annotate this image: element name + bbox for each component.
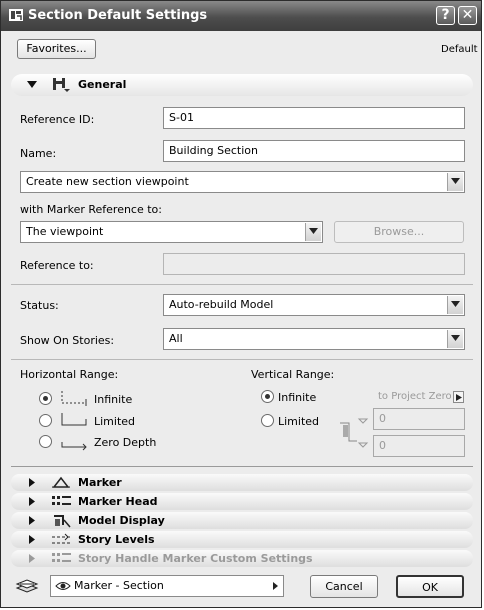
horizontal-limited-radio[interactable] [39, 414, 52, 427]
horizontal-infinite-radio[interactable] [39, 392, 52, 405]
status-label: Status: [20, 299, 59, 312]
panel-story-levels-label: Story Levels [78, 533, 155, 546]
horizontal-zero-depth-icon [61, 442, 87, 451]
layer-select-value: Marker - Section [74, 579, 164, 592]
horizontal-limited-icon [61, 413, 87, 426]
status-select[interactable]: Auto-rebuild Model [163, 294, 465, 316]
panel-marker-head-label: Marker Head [78, 495, 158, 508]
expand-triangle-icon [29, 478, 35, 487]
dropdown-arrow-icon [447, 173, 463, 191]
panel-marker[interactable]: Marker [11, 474, 473, 491]
marker-icon [52, 476, 70, 488]
expand-triangle-icon [29, 516, 35, 525]
show-on-stories-select[interactable]: All [163, 328, 465, 350]
panel-story-handle-marker-label: Story Handle Marker Custom Settings [78, 552, 313, 565]
horizontal-zero-depth-radio[interactable] [39, 435, 52, 448]
layer-select[interactable]: Marker - Section [50, 575, 284, 597]
default-label: Default [441, 44, 478, 55]
expand-triangle-icon [29, 535, 35, 544]
marker-head-icon [52, 496, 71, 505]
viewpoint-select-value: Create new section viewpoint [26, 175, 189, 188]
model-display-icon [54, 515, 71, 528]
marker-reference-label: with Marker Reference to: [20, 203, 162, 216]
vertical-top-value-input[interactable]: 0 [373, 408, 465, 430]
browse-button[interactable]: Browse... [334, 221, 464, 243]
marker-reference-select-value: The viewpoint [26, 225, 104, 238]
layers-icon [15, 579, 39, 593]
general-settings-icon [53, 78, 70, 92]
marker-reference-select[interactable]: The viewpoint [20, 221, 323, 243]
general-section-header[interactable]: General [11, 74, 473, 96]
dropdown-arrow-icon [447, 330, 463, 348]
window-title: Section Default Settings [28, 8, 208, 23]
vertical-limited-radio[interactable] [261, 414, 274, 427]
expand-triangle-icon [29, 554, 35, 563]
horizontal-infinite-icon [61, 391, 87, 406]
panel-marker-label: Marker [78, 476, 122, 489]
general-section-label: General [78, 78, 127, 91]
panel-marker-head[interactable]: Marker Head [11, 493, 473, 510]
help-button[interactable]: ? [436, 6, 455, 25]
expand-triangle-icon [29, 497, 35, 506]
cancel-button[interactable]: Cancel [310, 575, 378, 598]
to-project-zero-label: to Project Zero [378, 391, 452, 402]
title-bar[interactable]: Section Default Settings ? ✕ [1, 1, 481, 31]
horizontal-range-label: Horizontal Range: [20, 368, 119, 381]
vertical-infinite-label[interactable]: Infinite [278, 391, 316, 404]
panel-story-handle-marker: Story Handle Marker Custom Settings [11, 550, 473, 567]
menu-arrow-icon [456, 394, 462, 401]
vertical-limited-label[interactable]: Limited [278, 415, 319, 428]
show-on-stories-label: Show On Stories: [20, 334, 115, 347]
horizontal-zero-depth-label[interactable]: Zero Depth [94, 436, 156, 449]
name-input[interactable]: Building Section [163, 140, 465, 162]
project-zero-menu-button[interactable] [453, 391, 464, 403]
section-tool-icon [9, 9, 23, 21]
collapse-triangle-icon [27, 81, 37, 88]
dropdown-arrow-icon [305, 223, 321, 241]
story-levels-icon [52, 533, 72, 544]
viewpoint-select[interactable]: Create new section viewpoint [20, 171, 465, 193]
reference-id-input[interactable]: S-01 [163, 107, 465, 129]
story-handle-icon [52, 553, 71, 562]
panel-model-display-label: Model Display [78, 514, 165, 527]
name-label: Name: [20, 147, 57, 160]
favorites-button[interactable]: Favorites... [17, 39, 96, 59]
section-default-settings-dialog: Section Default Settings ? ✕ Favorites..… [0, 0, 482, 608]
close-button[interactable]: ✕ [458, 6, 477, 25]
dropdown-arrow-icon [447, 296, 463, 314]
divider [11, 466, 473, 467]
eye-icon [55, 582, 71, 590]
reference-to-label: Reference to: [20, 259, 94, 272]
panel-model-display[interactable]: Model Display [11, 512, 473, 529]
status-select-value: Auto-rebuild Model [169, 298, 274, 311]
ok-button[interactable]: OK [396, 575, 464, 598]
panel-story-levels[interactable]: Story Levels [11, 531, 473, 548]
horizontal-limited-label[interactable]: Limited [94, 415, 135, 428]
submenu-arrow-icon [273, 582, 278, 590]
vertical-range-icon [340, 418, 369, 448]
reference-to-field [163, 253, 465, 275]
divider [11, 359, 473, 360]
vertical-infinite-radio[interactable] [261, 390, 274, 403]
reference-id-label: Reference ID: [20, 113, 95, 126]
show-on-stories-select-value: All [169, 332, 183, 345]
vertical-bottom-value-input[interactable]: 0 [373, 435, 465, 457]
horizontal-infinite-label[interactable]: Infinite [94, 393, 132, 406]
vertical-range-label: Vertical Range: [251, 368, 335, 381]
divider [11, 284, 473, 285]
